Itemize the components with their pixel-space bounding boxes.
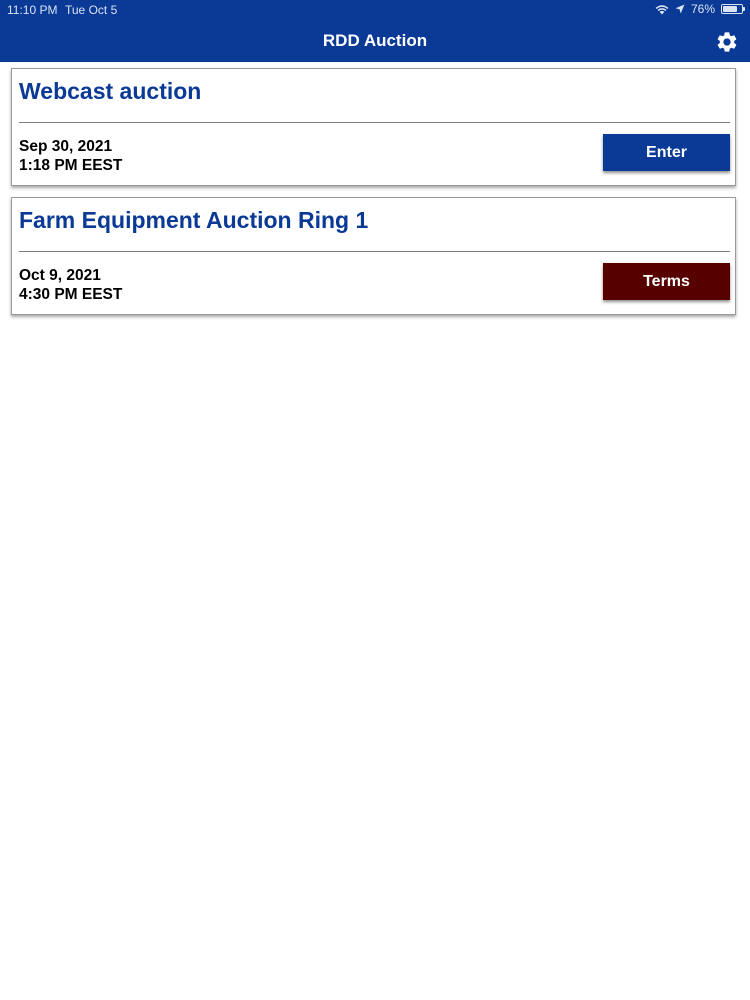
divider bbox=[19, 122, 730, 123]
wifi-icon bbox=[655, 4, 669, 15]
terms-button[interactable]: Terms bbox=[603, 263, 730, 300]
page-title: RDD Auction bbox=[322, 31, 428, 50]
auction-title: Webcast auction bbox=[19, 78, 202, 104]
divider bbox=[19, 251, 730, 252]
auction-card: Webcast auction Sep 30, 2021 1:18 PM EES… bbox=[11, 68, 736, 186]
gear-icon bbox=[717, 32, 737, 52]
auction-time: 1:18 PM EEST bbox=[19, 157, 123, 174]
battery-icon bbox=[721, 4, 745, 14]
status-time: 11:10 PM bbox=[7, 3, 58, 17]
auction-title: Farm Equipment Auction Ring 1 bbox=[19, 207, 369, 233]
battery-level bbox=[723, 6, 737, 12]
auction-date: Sep 30, 2021 bbox=[19, 138, 113, 155]
auction-time: 4:30 PM EEST bbox=[19, 286, 123, 303]
auction-datetime: Sep 30, 2021 1:18 PM EEST bbox=[19, 137, 122, 175]
navigation-bar: 11:10 PM Tue Oct 5 76% RDD Auction bbox=[0, 0, 750, 62]
status-date: Tue Oct 5 bbox=[65, 3, 118, 17]
battery-percentage: 76% bbox=[690, 2, 715, 16]
location-icon bbox=[675, 4, 685, 14]
auction-datetime: Oct 9, 2021 4:30 PM EEST bbox=[19, 266, 122, 304]
status-bar: 11:10 PM Tue Oct 5 76% bbox=[0, 0, 750, 20]
enter-button[interactable]: Enter bbox=[603, 134, 730, 171]
auction-card: Farm Equipment Auction Ring 1 Oct 9, 202… bbox=[11, 197, 736, 315]
auction-date: Oct 9, 2021 bbox=[19, 267, 101, 284]
status-indicators: 76% bbox=[655, 2, 745, 16]
settings-button[interactable] bbox=[715, 30, 739, 54]
